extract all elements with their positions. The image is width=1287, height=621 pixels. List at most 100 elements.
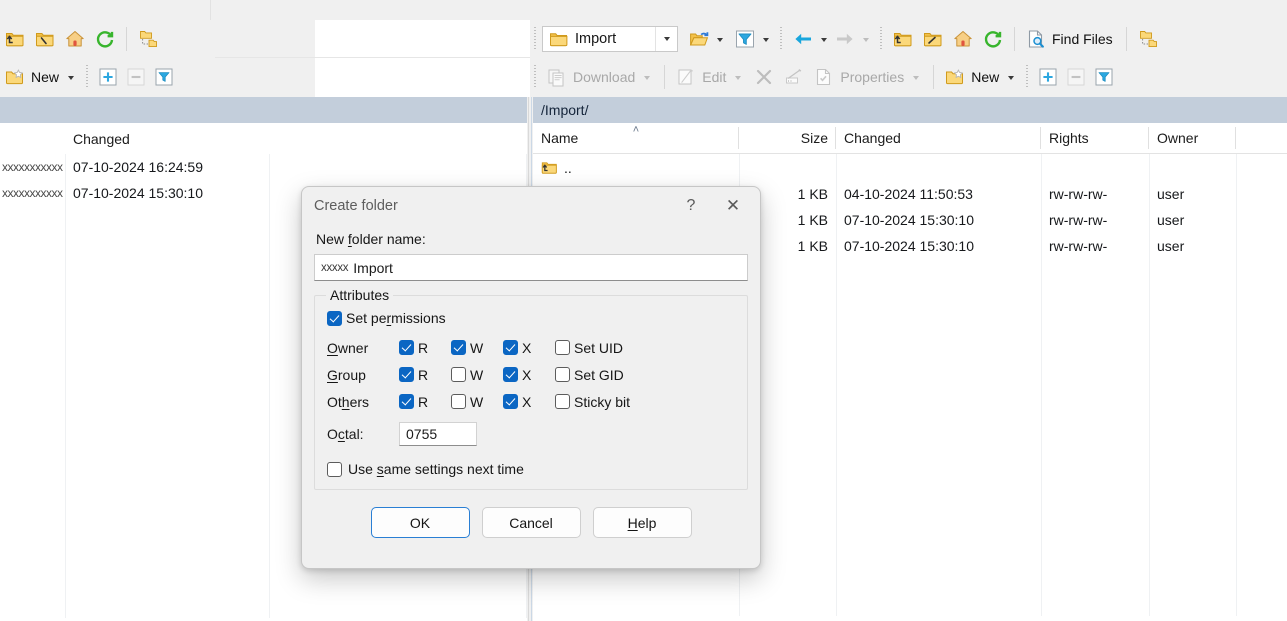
- local-col-changed[interactable]: Changed: [65, 123, 269, 154]
- checkbox-icon: [451, 394, 466, 409]
- owner-write-checkbox[interactable]: W: [451, 340, 503, 356]
- local-add-button[interactable]: [94, 62, 122, 92]
- remote-path-combo[interactable]: Import: [542, 25, 678, 52]
- folder-tree-icon: [1139, 30, 1157, 47]
- local-new-button[interactable]: New: [0, 62, 82, 92]
- remote-filter-toggle-button[interactable]: [1090, 62, 1118, 92]
- remote-col-size[interactable]: Size: [739, 123, 836, 153]
- folder-name-label: New folder name:: [316, 231, 748, 247]
- chevron-down-icon-open[interactable]: [717, 37, 723, 42]
- others-read-label: R: [418, 393, 429, 410]
- toolbar-gripper-sel[interactable]: [1024, 65, 1032, 89]
- close-icon[interactable]: ✕: [712, 191, 754, 221]
- remote-parent-directory-button[interactable]: [888, 24, 918, 54]
- permissions-row-label: Owner: [327, 339, 369, 356]
- remote-back-button[interactable]: [788, 24, 818, 54]
- help-button[interactable]: Help: [592, 507, 692, 538]
- folder-name-input[interactable]: xxxxx Import: [314, 254, 748, 281]
- group-read-checkbox[interactable]: R: [399, 367, 451, 383]
- group-execute-checkbox[interactable]: X: [503, 367, 555, 383]
- group-write-checkbox[interactable]: W: [451, 367, 503, 383]
- remote-col-owner[interactable]: Owner: [1149, 123, 1236, 153]
- remote-remove-button: [1062, 62, 1090, 92]
- local-row-changed: 07-10-2024 15:30:10: [73, 185, 203, 201]
- remote-row-rights: rw-rw-rw-: [1049, 186, 1108, 202]
- create-folder-dialog: Create folder ? ✕ New folder name: xxxxx…: [301, 186, 761, 569]
- local-remove-button: [122, 62, 150, 92]
- owner-execute-checkbox[interactable]: X: [503, 340, 555, 356]
- refresh-icon: [984, 30, 1002, 47]
- remote-path-text: /Import/: [541, 102, 589, 118]
- local-col-sep-1[interactable]: [65, 123, 66, 618]
- checkbox-icon: [555, 340, 570, 355]
- remote-col-sep-rights[interactable]: [1149, 123, 1150, 616]
- remote-col-sep-owner[interactable]: [1236, 123, 1237, 616]
- toolbar-gripper-history[interactable]: [778, 26, 785, 51]
- remote-open-directory-button[interactable]: [684, 24, 714, 54]
- others-read-checkbox[interactable]: R: [399, 394, 451, 410]
- dialog-title-bar[interactable]: Create folder ? ✕: [302, 187, 760, 225]
- chevron-down-icon[interactable]: [68, 76, 75, 80]
- dialog-help-button[interactable]: ?: [670, 191, 712, 221]
- ok-button[interactable]: OK: [370, 507, 470, 538]
- group-write-label: W: [470, 366, 484, 383]
- local-root-directory-button[interactable]: [30, 24, 60, 54]
- local-folder-tree-button[interactable]: [133, 24, 163, 54]
- others-write-checkbox[interactable]: W: [451, 394, 503, 410]
- toolbar-gripper-remote[interactable]: [532, 26, 539, 51]
- remote-add-button[interactable]: [1034, 62, 1062, 92]
- owner-write-label: W: [470, 339, 484, 356]
- set-gid-checkbox[interactable]: Set GID: [555, 367, 624, 383]
- remote-root-directory-button[interactable]: [918, 24, 948, 54]
- toolbar-gripper-nav2[interactable]: [878, 26, 885, 51]
- folder-root-icon: [924, 32, 942, 46]
- local-home-directory-button[interactable]: [60, 24, 90, 54]
- remote-col-sep-size[interactable]: [836, 123, 837, 616]
- cancel-button[interactable]: Cancel: [481, 507, 581, 538]
- local-filter-button[interactable]: [150, 62, 178, 92]
- local-parent-directory-button[interactable]: [0, 24, 30, 54]
- octal-input[interactable]: 0755: [399, 422, 477, 446]
- others-execute-checkbox[interactable]: X: [503, 394, 555, 410]
- filter-icon: [736, 30, 754, 47]
- remote-folder-tree-button[interactable]: [1133, 24, 1163, 54]
- remote-row-changed: 07-10-2024 15:30:10: [844, 238, 974, 254]
- remote-filter-button[interactable]: [730, 24, 760, 54]
- toolbar-gripper[interactable]: [84, 65, 92, 89]
- remote-col-changed[interactable]: Changed: [836, 123, 1041, 153]
- remote-path-bar[interactable]: /Import/: [533, 97, 1287, 123]
- remote-path-dropdown[interactable]: [655, 26, 677, 51]
- table-row[interactable]: ..: [533, 154, 1287, 181]
- chevron-down-icon-filter[interactable]: [763, 37, 769, 42]
- remote-row-name-text: ..: [564, 159, 572, 176]
- window-tab-strip: [0, 0, 1287, 20]
- octal-value: 0755: [406, 426, 438, 442]
- remote-home-directory-button[interactable]: [948, 24, 978, 54]
- sticky-bit-checkbox[interactable]: Sticky bit: [555, 394, 630, 410]
- remote-refresh-button[interactable]: [978, 24, 1008, 54]
- remote-path-display[interactable]: Import: [543, 27, 655, 51]
- toolbar-gripper-transfer[interactable]: [532, 65, 539, 89]
- remote-col-rights[interactable]: Rights: [1041, 123, 1149, 153]
- local-refresh-button[interactable]: [90, 24, 120, 54]
- use-same-settings-checkbox[interactable]: Use same settings next time: [327, 461, 735, 477]
- dialog-title: Create folder: [314, 198, 398, 214]
- set-uid-checkbox[interactable]: Set UID: [555, 340, 623, 356]
- table-row[interactable]: xxxxxxxxxxx 07-10-2024 16:24:59: [0, 154, 527, 180]
- local-col-sep-2[interactable]: [269, 123, 270, 618]
- local-col-blank[interactable]: [0, 123, 65, 154]
- close-x-icon: [757, 69, 772, 85]
- set-permissions-checkbox[interactable]: Set permissions: [327, 310, 735, 326]
- chevron-down-icon-back[interactable]: [821, 37, 827, 42]
- chevron-down-icon-new[interactable]: [1008, 76, 1015, 80]
- remote-col-name[interactable]: Name ˄: [533, 123, 739, 153]
- local-path-bar[interactable]: [0, 97, 527, 123]
- dialog-actions: OK Cancel Help: [314, 507, 748, 538]
- attributes-group-title: Attributes: [326, 287, 394, 303]
- remote-col-sep-changed[interactable]: [1041, 123, 1042, 616]
- others-write-label: W: [470, 393, 484, 410]
- find-files-button[interactable]: Find Files: [1021, 24, 1120, 54]
- owner-read-checkbox[interactable]: R: [399, 340, 451, 356]
- chevron-down-icon-edit: [735, 76, 742, 80]
- remote-new-button[interactable]: New: [940, 62, 1022, 92]
